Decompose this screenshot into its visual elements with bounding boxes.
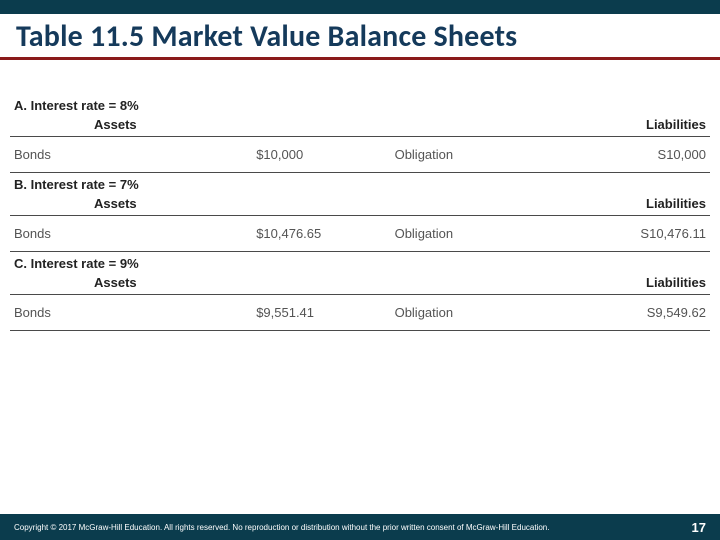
liability-value: S10,476.11: [568, 226, 706, 241]
panel-c-label: C. Interest rate = 9%: [10, 252, 710, 273]
page-number: 17: [692, 520, 706, 535]
panel-b-label: B. Interest rate = 7%: [10, 173, 710, 194]
title-region: Table 11.5 Market Value Balance Sheets: [0, 14, 720, 60]
panel-a: A. Interest rate = 8% Assets Liabilities…: [10, 94, 710, 173]
assets-header: Assets: [14, 275, 256, 290]
content-area: A. Interest rate = 8% Assets Liabilities…: [0, 60, 720, 514]
balance-sheet-table: A. Interest rate = 8% Assets Liabilities…: [10, 94, 710, 331]
asset-name: Bonds: [14, 226, 256, 241]
panel-c-row: Bonds $9,551.41 Obligation S9,549.62: [10, 295, 710, 331]
liabilities-header: Liabilities: [568, 117, 706, 132]
assets-header: Assets: [14, 117, 256, 132]
asset-value: $10,476.65: [256, 226, 394, 241]
asset-name: Bonds: [14, 305, 256, 320]
top-bar: [0, 0, 720, 14]
copyright-text: Copyright © 2017 McGraw-Hill Education. …: [14, 523, 549, 532]
asset-name: Bonds: [14, 147, 256, 162]
panel-c: C. Interest rate = 9% Assets Liabilities…: [10, 252, 710, 331]
liabilities-header: Liabilities: [568, 275, 706, 290]
panel-c-headers: Assets Liabilities: [10, 273, 710, 295]
liabilities-header: Liabilities: [568, 196, 706, 211]
footer-bar: Copyright © 2017 McGraw-Hill Education. …: [0, 514, 720, 540]
panel-b: B. Interest rate = 7% Assets Liabilities…: [10, 173, 710, 252]
liability-value: S9,549.62: [568, 305, 706, 320]
asset-value: $9,551.41: [256, 305, 394, 320]
liability-name: Obligation: [395, 305, 568, 320]
liability-name: Obligation: [395, 226, 568, 241]
liability-value: S10,000: [568, 147, 706, 162]
slide: Table 11.5 Market Value Balance Sheets A…: [0, 0, 720, 540]
liability-name: Obligation: [395, 147, 568, 162]
assets-header: Assets: [14, 196, 256, 211]
panel-b-headers: Assets Liabilities: [10, 194, 710, 216]
panel-a-row: Bonds $10,000 Obligation S10,000: [10, 137, 710, 173]
page-title: Table 11.5 Market Value Balance Sheets: [16, 18, 704, 55]
panel-b-row: Bonds $10,476.65 Obligation S10,476.11: [10, 216, 710, 252]
panel-a-label: A. Interest rate = 8%: [10, 94, 710, 115]
panel-a-headers: Assets Liabilities: [10, 115, 710, 137]
asset-value: $10,000: [256, 147, 394, 162]
